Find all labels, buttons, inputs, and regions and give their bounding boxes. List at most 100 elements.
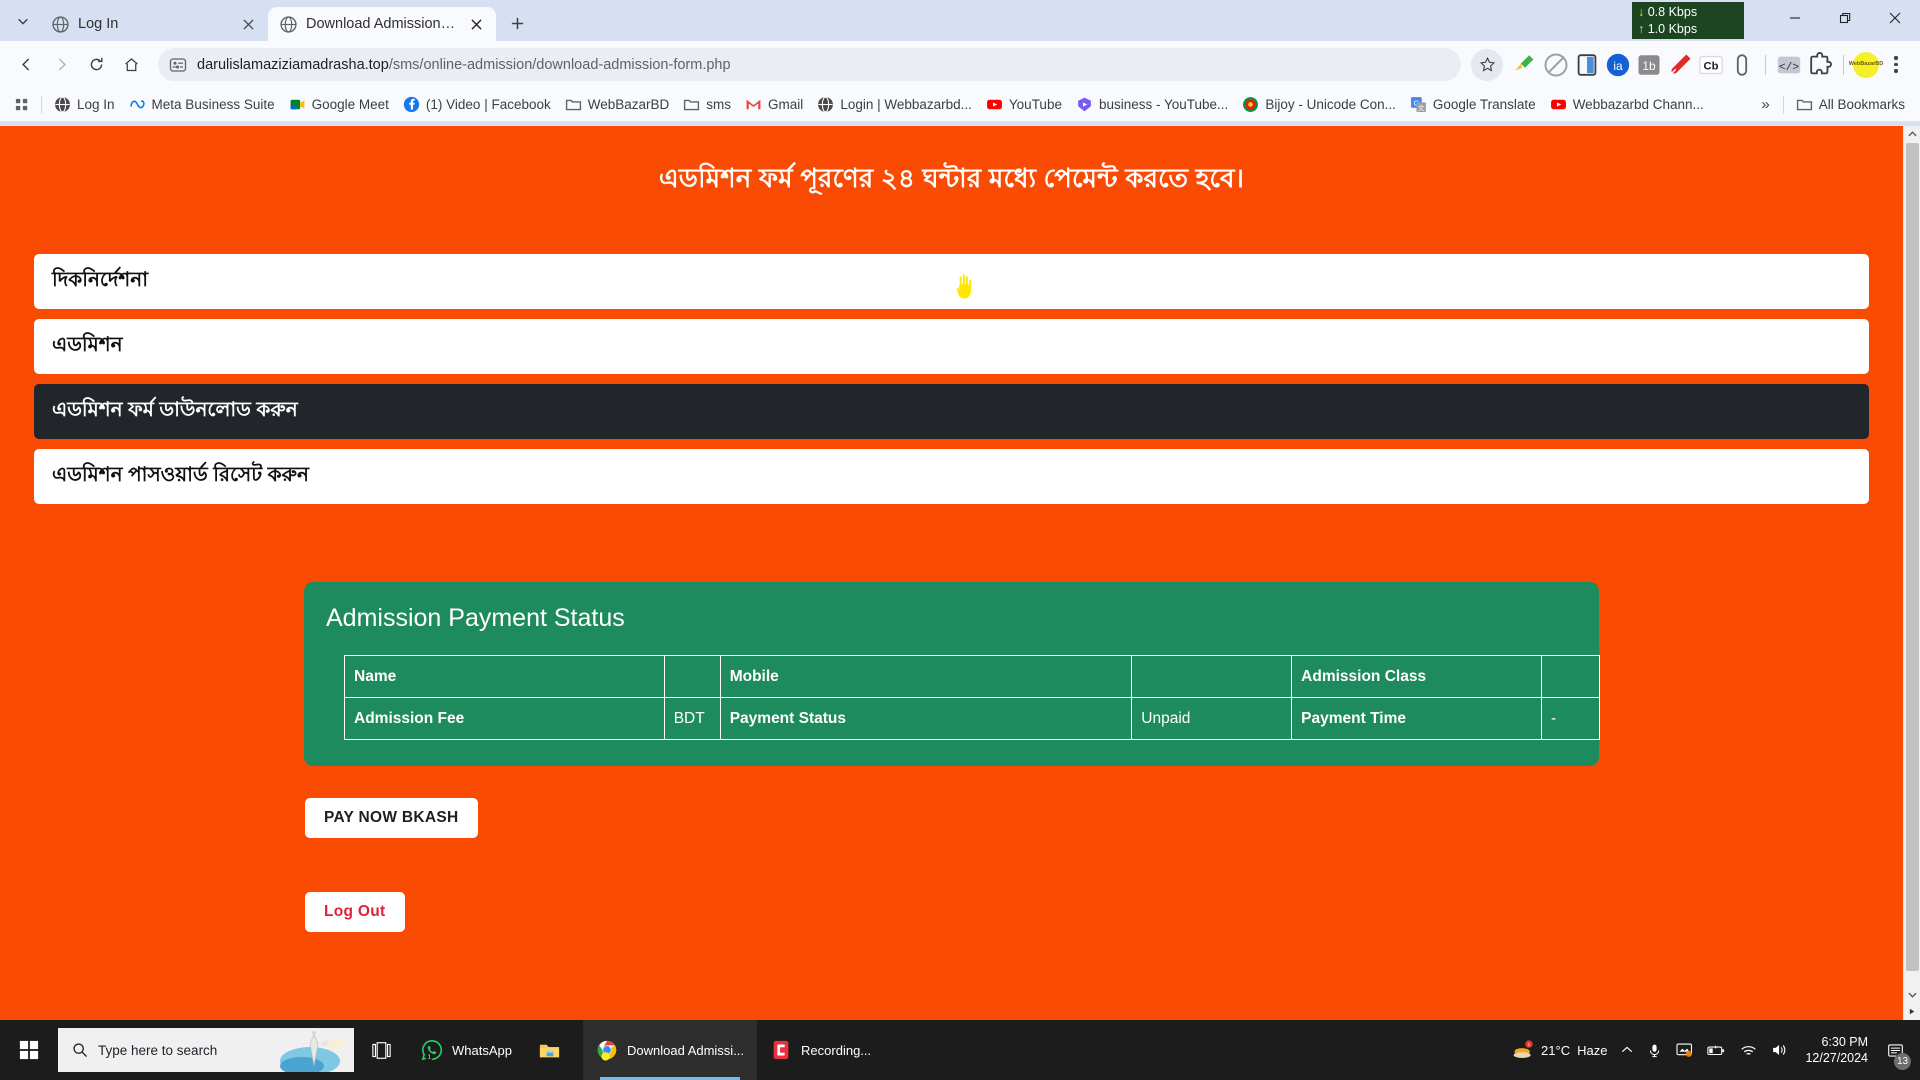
page-scrollbar[interactable]	[1903, 126, 1920, 1020]
bookmark-label: Gmail	[768, 97, 804, 112]
address-bar[interactable]: darulislamaziziamadrasha.top/sms/online-…	[158, 48, 1461, 81]
divider	[1765, 54, 1766, 75]
bookmark-label: Google Meet	[311, 97, 389, 112]
screen-icon[interactable]	[1669, 1020, 1700, 1080]
close-icon[interactable]	[1870, 0, 1920, 36]
extension-icons: ia 1b Cb </> WebBazarBD	[1505, 50, 1910, 80]
accordion-item-guidelines[interactable]: দিকনির্দেশনা	[34, 254, 1869, 309]
tab-download-admission-form[interactable]: Download Admission Form	[268, 7, 496, 41]
bookmark-label: Log In	[77, 97, 115, 112]
battery-icon[interactable]	[1700, 1020, 1733, 1080]
task-view-icon[interactable]	[354, 1020, 408, 1080]
taskbar-app-label: WhatsApp	[452, 1042, 512, 1058]
clock[interactable]: 6:30 PM 12/27/2024	[1795, 1034, 1876, 1066]
scroll-resize-handle[interactable]	[1904, 1003, 1920, 1020]
restore-icon[interactable]	[1820, 0, 1870, 36]
code-icon[interactable]: </>	[1775, 51, 1803, 79]
cb-extension-icon[interactable]: Cb	[1697, 51, 1725, 79]
scroll-down-arrow-icon[interactable]	[1904, 986, 1920, 1003]
show-hidden-icons-icon[interactable]	[1614, 1020, 1640, 1080]
bookmark-bijoy-unicode-converter[interactable]: Bijoy - Unicode Con...	[1235, 92, 1403, 117]
divider	[1843, 54, 1844, 75]
microphone-icon[interactable]	[1640, 1020, 1669, 1080]
tab-title: Log In	[78, 16, 119, 32]
capsule-icon[interactable]	[1728, 51, 1756, 79]
avatar[interactable]: WebBazarBD	[1849, 51, 1883, 78]
bookmark-label: sms	[706, 97, 732, 112]
broom-icon[interactable]	[1511, 51, 1539, 79]
weather-widget[interactable]: 1 21°C Haze	[1505, 1020, 1614, 1080]
scroll-up-arrow-icon[interactable]	[1904, 126, 1920, 143]
tab-title: Download Admission Form	[306, 16, 458, 32]
taskbar-app-file-explorer[interactable]	[525, 1020, 583, 1080]
bookmark-google-translate[interactable]: G 文 Google Translate	[1403, 92, 1543, 117]
network-speed-overlay: ↓ 0.8 Kbps ↑ 1.0 Kbps	[1632, 2, 1744, 39]
whatsapp-icon: 1	[421, 1040, 443, 1061]
url-path: /sms/online-admission/download-admission…	[388, 56, 731, 73]
bookmark-login-webbazarbd[interactable]: Login | Webbazarbd...	[810, 92, 979, 117]
pay-now-bkash-button[interactable]: PAY NOW BKASH	[305, 798, 478, 838]
bookmark-folder-webbazarbd[interactable]: WebBazarBD	[558, 92, 677, 117]
taskbar-app-chrome[interactable]: Download Admissi...	[582, 1020, 758, 1080]
speaker-icon[interactable]	[1764, 1020, 1795, 1080]
tab-log-in[interactable]: Log In	[40, 7, 268, 41]
puzzle-icon[interactable]	[1806, 51, 1834, 79]
ia-extension-icon[interactable]: ia	[1604, 51, 1632, 79]
svg-text:1: 1	[1528, 1042, 1531, 1048]
taskbar-app-recording[interactable]: Recording...	[757, 1020, 884, 1080]
1b-extension-icon[interactable]: 1b	[1635, 51, 1663, 79]
apps-grid-icon[interactable]	[8, 92, 36, 118]
bookmark-label: WebBazarBD	[587, 97, 670, 112]
logout-button[interactable]: Log Out	[305, 892, 405, 932]
notification-center-button[interactable]: 13	[1876, 1020, 1914, 1080]
accordion-item-admission[interactable]: এডমিশন	[34, 319, 1869, 374]
pen-icon[interactable]	[1666, 51, 1694, 79]
bookmark-log-in[interactable]: Log In	[47, 92, 122, 117]
bookmark-webbazarbd-channel[interactable]: Webbazarbd Chann...	[1543, 92, 1711, 117]
svg-text:1: 1	[428, 1054, 431, 1060]
all-bookmarks-label: All Bookmarks	[1818, 97, 1905, 112]
block-icon[interactable]	[1542, 51, 1570, 79]
bookmark-google-meet[interactable]: Google Meet	[282, 92, 396, 117]
window-controls	[1770, 0, 1920, 41]
bookmark-business-youtube[interactable]: business - YouTube...	[1069, 92, 1235, 117]
search-input[interactable]: Type here to search	[58, 1028, 354, 1072]
svg-text:</>: </>	[1779, 61, 1799, 73]
bookmark-video-facebook[interactable]: (1) Video | Facebook	[396, 92, 558, 117]
cell-payment-time-label: Payment Time	[1291, 697, 1542, 740]
close-icon[interactable]	[467, 15, 486, 34]
all-bookmarks-button[interactable]: All Bookmarks	[1789, 92, 1912, 117]
download-speed-row: ↓ 0.8 Kbps	[1638, 4, 1739, 21]
star-icon[interactable]	[1471, 48, 1503, 81]
close-icon[interactable]	[239, 15, 258, 34]
bookmark-label: Webbazarbd Chann...	[1572, 97, 1704, 112]
divider	[1782, 95, 1784, 114]
windows-start-icon[interactable]	[0, 1020, 58, 1080]
home-icon[interactable]	[115, 48, 148, 81]
bookmark-youtube[interactable]: YouTube	[979, 92, 1069, 117]
accordion-item-reset-admission-password[interactable]: এডমিশন পাসওয়ার্ড রিসেট করুন	[34, 449, 1869, 504]
accordion-item-download-admission-form[interactable]: এডমিশন ফর্ম ডাউনলোড করুন	[34, 384, 1869, 439]
notification-count: 13	[1894, 1053, 1911, 1070]
payment-status-table: Name Mobile Admission Class Admission Fe…	[344, 655, 1601, 740]
meet-icon	[289, 96, 306, 113]
bookmark-folder-sms[interactable]: sms	[676, 92, 738, 117]
minimize-icon[interactable]	[1770, 0, 1820, 36]
reload-icon[interactable]	[80, 48, 113, 81]
new-tab-button[interactable]	[502, 8, 532, 38]
tab-search-button[interactable]	[6, 4, 40, 38]
taskbar-app-whatsapp[interactable]: 1 WhatsApp	[408, 1020, 525, 1080]
weather-temperature: 21°C	[1541, 1042, 1571, 1058]
bookmark-gmail[interactable]: Gmail	[738, 92, 810, 117]
bookmarks-overflow-button[interactable]: »	[1753, 92, 1777, 117]
forward-arrow-icon[interactable]	[45, 48, 78, 81]
youtube-studio-icon	[1076, 96, 1093, 113]
bookmark-meta-business-suite[interactable]: Meta Business Suite	[122, 92, 282, 117]
three-dot-menu-icon[interactable]	[1882, 50, 1910, 80]
file-explorer-icon	[539, 1044, 560, 1057]
scrollbar-thumb[interactable]	[1906, 143, 1919, 971]
page-info-icon[interactable]	[168, 55, 188, 75]
sidepanel-icon[interactable]	[1573, 51, 1601, 79]
wifi-icon[interactable]	[1733, 1020, 1764, 1080]
back-arrow-icon[interactable]	[10, 48, 43, 81]
